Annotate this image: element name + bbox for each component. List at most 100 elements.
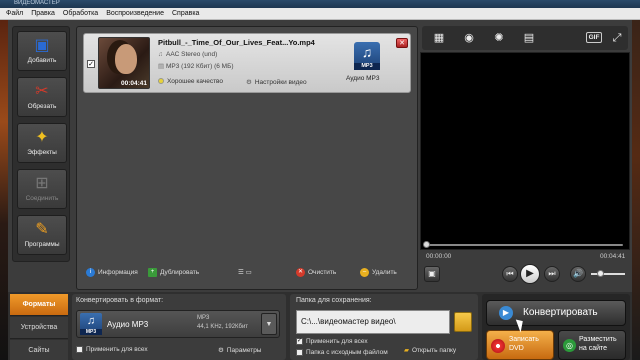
seek-slider[interactable] bbox=[423, 241, 623, 248]
menu-edit[interactable]: Правка bbox=[27, 8, 59, 20]
burn-dvd-button[interactable]: Записать DVD bbox=[486, 330, 554, 360]
delete-icon: – bbox=[360, 267, 369, 277]
video-settings-label: Настройки видео bbox=[254, 79, 307, 86]
params-button[interactable]: ⚙ Параметры bbox=[218, 346, 261, 354]
file-list: ✓ 00:04:41 Pitbull_-_Time_Of_Our_Lives_F… bbox=[76, 26, 418, 290]
sidebar: ▣ Добавить ✂ Обрезать ✦ Эффекты ⊞ Соедин… bbox=[12, 26, 70, 262]
programs-icon: ✎ bbox=[35, 221, 49, 238]
format-selector[interactable]: ♫ MP3 Аудио MP3 MP3 44,1 KHz, 192Кбит ▼ bbox=[76, 310, 280, 338]
quality-option[interactable]: Хорошее качество bbox=[158, 78, 223, 85]
title-bar: ВИДЕОМАСТЕР bbox=[0, 0, 640, 8]
open-folder-button[interactable]: ▰ Открыть папку bbox=[404, 346, 456, 354]
format-specs: 44,1 KHz, 192Кбит bbox=[197, 324, 249, 330]
menu-playback[interactable]: Воспроизведение bbox=[102, 8, 168, 20]
format-header: Конвертировать в формат: bbox=[76, 297, 164, 304]
tab-formats[interactable]: Форматы bbox=[10, 294, 68, 316]
effects-label: Эффекты bbox=[27, 149, 57, 156]
volume-slider[interactable] bbox=[591, 270, 625, 277]
window-title: ВИДЕОМАСТЕР bbox=[14, 0, 60, 6]
gif-button[interactable]: GIF bbox=[586, 32, 602, 43]
view-toggle[interactable]: ☰ ▭ bbox=[238, 266, 252, 280]
source-folder-checkbox[interactable] bbox=[296, 349, 303, 356]
info-label: Информация bbox=[98, 269, 138, 276]
mp3-format-icon: ♫ MP3 bbox=[80, 313, 102, 335]
gear-icon: ⚙ bbox=[246, 79, 252, 86]
desktop-background-left bbox=[0, 20, 8, 360]
video-settings-link[interactable]: ⚙ Настройки видео bbox=[246, 78, 307, 86]
next-icon[interactable]: ⏭ bbox=[544, 266, 560, 282]
convert-button[interactable]: ▶ Конвертировать bbox=[486, 300, 626, 326]
cut-film-icon: ✂ bbox=[35, 83, 49, 100]
play-button[interactable]: ▶ bbox=[520, 264, 540, 284]
list-view-icon: ☰ bbox=[238, 269, 244, 276]
fullscreen-icon[interactable]: ⤢ bbox=[608, 29, 626, 47]
save-path-field[interactable]: C:\...\видеомастер видео\ bbox=[296, 310, 450, 334]
file-duration: 00:04:41 bbox=[120, 80, 147, 87]
source-folder-option[interactable]: Папка с исходным файлом bbox=[296, 349, 388, 356]
video-effects-icon[interactable]: ▤ bbox=[520, 29, 538, 47]
output-format-label: Аудио MP3 bbox=[346, 75, 380, 82]
settings-icon: ⚙ bbox=[218, 347, 224, 354]
menu-process[interactable]: Обработка bbox=[59, 8, 102, 20]
folder-icon[interactable] bbox=[454, 312, 472, 332]
add-button[interactable]: ▣ Добавить bbox=[17, 31, 67, 71]
join-label: Соединить bbox=[25, 195, 59, 202]
programs-label: Программы bbox=[24, 241, 60, 248]
chevron-down-icon[interactable]: ▼ bbox=[261, 313, 277, 335]
previous-icon[interactable]: ⏮ bbox=[502, 266, 518, 282]
menu-file[interactable]: Файл bbox=[0, 8, 27, 20]
thumbnail-face bbox=[115, 44, 137, 74]
apply-all-label: Применить для всех bbox=[86, 346, 148, 354]
publish-button[interactable]: ◎ Разместить на сайте bbox=[558, 330, 626, 360]
delete-label: Удалить bbox=[372, 269, 397, 276]
seek-track bbox=[425, 244, 623, 246]
clear-button[interactable]: ✕ Очистить bbox=[296, 266, 336, 280]
snapshot-icon[interactable]: ▣ bbox=[424, 266, 440, 282]
publish-label-1: Разместить bbox=[579, 336, 617, 343]
format-name: Аудио MP3 bbox=[107, 320, 149, 329]
source-folder-label: Папка с исходным файлом bbox=[306, 349, 388, 357]
add-film-icon: ▣ bbox=[34, 37, 50, 54]
info-icon: i bbox=[86, 267, 95, 277]
delete-button[interactable]: – Удалить bbox=[360, 266, 397, 280]
join-button[interactable]: ⊞ Соединить bbox=[17, 169, 67, 209]
programs-button[interactable]: ✎ Программы bbox=[17, 215, 67, 255]
duplicate-button[interactable]: + Дублировать bbox=[148, 266, 199, 280]
remove-file-icon[interactable]: ✕ bbox=[396, 38, 408, 48]
output-info: MP3 (192 Кбит) (6 МБ) bbox=[166, 63, 234, 70]
file-toolbar: i Информация + Дублировать ☰ ▭ ✕ Очистить –… bbox=[78, 266, 416, 280]
bottom-panel: Форматы Устройства Сайты Конвертировать … bbox=[8, 292, 632, 360]
menu-help[interactable]: Справка bbox=[168, 8, 203, 20]
total-time: 00:04:41 bbox=[600, 253, 626, 260]
file-checkbox[interactable]: ✓ bbox=[87, 60, 95, 68]
film-crop-icon[interactable]: ▦ bbox=[430, 29, 448, 47]
effects-button[interactable]: ✦ Эффекты bbox=[17, 123, 67, 163]
save-apply-all-checkbox[interactable]: ✓ bbox=[296, 338, 303, 345]
desktop-background-right bbox=[632, 20, 640, 360]
seek-knob[interactable] bbox=[423, 241, 430, 248]
preview-toolbar: ▦ ◉ ✺ ▤ GIF ⤢ bbox=[422, 26, 628, 50]
tab-devices[interactable]: Устройства bbox=[10, 317, 68, 339]
rotate-icon[interactable]: ◉ bbox=[460, 29, 478, 47]
open-folder-icon: ▰ bbox=[404, 347, 409, 354]
volume-icon[interactable]: 🔊 bbox=[570, 266, 586, 282]
burn-label-1: Записать bbox=[509, 336, 539, 343]
brightness-icon[interactable]: ✺ bbox=[490, 29, 508, 47]
publish-label-2: на сайте bbox=[579, 345, 608, 352]
volume-knob[interactable] bbox=[597, 270, 604, 277]
audio-track-icon: ♫ bbox=[158, 51, 163, 58]
mp3-format-icon[interactable]: ♫ MP3 bbox=[354, 42, 380, 70]
file-item[interactable]: ✓ 00:04:41 Pitbull_-_Time_Of_Our_Lives_F… bbox=[83, 33, 411, 93]
convert-arrow-icon: ▶ bbox=[499, 306, 513, 320]
duplicate-icon: + bbox=[148, 267, 157, 277]
format-apply-all[interactable]: Применить для всех bbox=[76, 346, 148, 353]
tab-sites[interactable]: Сайты bbox=[10, 340, 68, 360]
cut-button[interactable]: ✂ Обрезать bbox=[17, 77, 67, 117]
duplicate-label: Дублировать bbox=[160, 269, 200, 276]
save-apply-all[interactable]: ✓ Применить для всех bbox=[296, 338, 368, 345]
apply-all-checkbox[interactable] bbox=[76, 346, 83, 353]
save-header: Папка для сохранения: bbox=[296, 297, 372, 304]
video-preview[interactable] bbox=[420, 52, 630, 250]
info-button[interactable]: i Информация bbox=[86, 266, 138, 280]
join-icon: ⊞ bbox=[35, 175, 49, 192]
